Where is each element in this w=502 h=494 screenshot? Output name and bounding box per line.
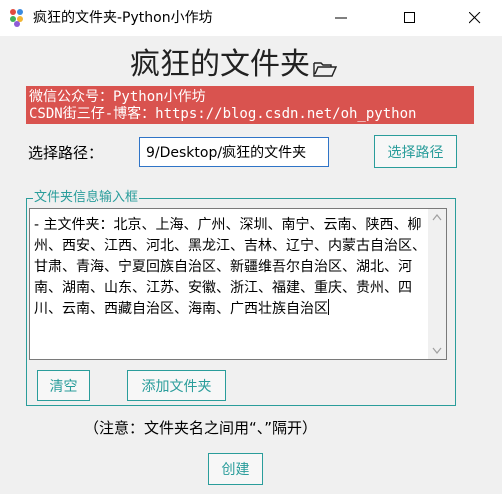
scroll-down-icon[interactable]: [432, 347, 442, 354]
banner-line-blog: CSDN街三仔-博客：https://blog.csdn.net/oh_pyth…: [29, 106, 417, 122]
folder-icon: [313, 62, 337, 77]
banner-line-wechat: 微信公众号：Python小作坊: [29, 89, 206, 105]
create-button[interactable]: 创建: [208, 453, 263, 485]
app-icon: [10, 9, 28, 27]
maximize-button[interactable]: [387, 0, 433, 36]
close-icon: [469, 12, 481, 24]
clear-button[interactable]: 清空: [37, 370, 90, 401]
add-folder-button[interactable]: 添加文件夹: [127, 370, 226, 401]
scroll-up-icon[interactable]: [432, 214, 442, 221]
folder-info-legend: 文件夹信息输入框: [33, 190, 140, 206]
textarea-scrollbar[interactable]: [428, 209, 446, 359]
path-input[interactable]: [139, 137, 329, 167]
minimize-icon: [335, 17, 347, 19]
maximize-icon: [404, 12, 415, 23]
minimize-button[interactable]: [318, 0, 364, 36]
folder-info-textarea[interactable]: - 主文件夹：北京、上海、广州、深圳、南宁、云南、陕西、柳州、西安、江西、河北、…: [29, 208, 447, 360]
info-banner: 微信公众号：Python小作坊 CSDN街三仔-博客：https://blog.…: [26, 86, 474, 124]
separator-note: （注意：文件夹名之间用“、”隔开）: [84, 419, 318, 437]
window-title: 疯狂的文件夹-Python小作坊: [33, 10, 213, 26]
title-bar[interactable]: 疯狂的文件夹-Python小作坊: [0, 0, 502, 36]
path-label: 选择路径：: [28, 144, 104, 162]
page-title: 疯狂的文件夹: [130, 47, 310, 82]
folder-info-text: - 主文件夹：北京、上海、广州、深圳、南宁、云南、陕西、柳州、西安、江西、河北、…: [34, 217, 426, 317]
close-button[interactable]: [452, 0, 498, 36]
choose-path-button[interactable]: 选择路径: [374, 135, 457, 168]
text-caret: [328, 299, 329, 315]
